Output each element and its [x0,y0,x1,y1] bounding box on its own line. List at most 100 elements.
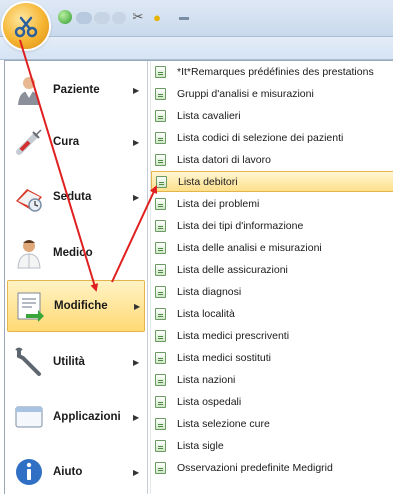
submenu-item[interactable]: Lista delle analisi e misurazioni [151,237,393,258]
document-icon [155,373,166,386]
submenu-item-label: Lista cavalieri [177,109,241,122]
document-icon [155,285,166,298]
submenu-arrow-icon: ▶ [133,357,140,367]
document-icon [155,351,166,364]
document-icon [155,131,166,144]
submenu-item-label: Osservazioni predefinite Medigrid [177,461,333,474]
document-icon [155,439,166,452]
menu-item-label: Paziente [53,84,100,96]
document-icon [155,395,166,408]
submenu-item-label: *It*Remarques prédéfinies des prestation… [177,65,374,78]
patient-icon [13,74,45,106]
submenu-item-label: Lista datori di lavoro [177,153,271,166]
submenu-item-label: Lista medici prescriventi [177,329,290,342]
document-icon [155,109,166,122]
submenu-item-label: Lista località [177,307,235,320]
wrench-icon [13,346,45,378]
submenu-item[interactable]: Lista cavalieri [151,105,393,126]
document-icon [155,329,166,342]
menu-item-applicazioni[interactable]: Applicazioni ▶ [7,391,145,443]
cloud-icon[interactable] [94,12,110,24]
window-icon [13,401,45,433]
cloud-icon[interactable] [76,12,92,24]
syringe-icon [13,126,45,158]
document-icon [155,241,166,254]
submenu-arrow-icon: ▶ [134,301,141,311]
menu-item-label: Aiuto [53,466,83,478]
submenu-item[interactable]: Gruppi d'analisi e misurazioni [151,83,393,104]
menu-item-label: Modifiche [54,300,108,312]
menu-item-label: Applicazioni [53,411,121,423]
menu-item-utilita[interactable]: Utilità ▶ [7,336,145,388]
document-icon [155,461,166,474]
submenu-item-label: Lista dei problemi [177,197,260,210]
document-icon [155,197,166,210]
submenu-item[interactable]: Lista datori di lavoro [151,149,393,170]
submenu-item[interactable]: Lista dei problemi [151,193,393,214]
menu-item-modifiche[interactable]: Modifiche ▶ [7,280,145,332]
submenu-item[interactable]: Lista delle assicurazioni [151,259,393,280]
submenu-item-label: Lista selezione cure [177,417,270,430]
submenu-item-label: Lista delle assicurazioni [177,263,288,276]
submenu-item[interactable]: Lista selezione cure [151,413,393,434]
submenu-arrow-icon: ▶ [133,192,140,202]
document-icon [155,219,166,232]
application-menu-button[interactable] [3,3,49,49]
menu-item-label: Medico [53,247,93,259]
cloud-icon[interactable] [112,12,126,24]
submenu-item-label: Lista sigle [177,439,224,452]
menu-item-label: Cura [53,136,80,148]
submenu-item[interactable]: Lista nazioni [151,369,393,390]
document-icon [155,87,166,100]
submenu-arrow-icon: ▶ [133,137,140,147]
submenu-item[interactable]: Lista dei tipi d'informazione [151,215,393,236]
globe-icon[interactable] [58,10,72,24]
submenu-item[interactable]: Osservazioni predefinite Medigrid [151,457,393,478]
submenu-item-label: Lista ospedali [177,395,242,408]
doctor-icon [13,237,45,269]
document-icon [155,153,166,166]
submenu-item-label: Lista codici di selezione dei pazienti [177,131,344,144]
menu-item-paziente[interactable]: Paziente ▶ [7,64,145,116]
submenu-item[interactable]: *It*Remarques prédéfinies des prestation… [151,61,393,82]
lightbulb-icon[interactable]: ● [150,8,164,26]
submenu-item[interactable]: Lista diagnosi [151,281,393,302]
edit-list-icon [14,290,46,322]
submenu-item[interactable]: Lista medici sostituti [151,347,393,368]
menu-item-label: Seduta [53,191,92,203]
submenu-item-label: Gruppi d'analisi e misurazioni [177,87,314,100]
application-menu: Paziente ▶ Cura ▶ Seduta ▶ Medico Modifi… [4,60,393,494]
submenu-item[interactable]: Lista località [151,303,393,324]
menu-item-seduta[interactable]: Seduta ▶ [7,171,145,223]
submenu-item-label: Lista medici sostituti [177,351,271,364]
submenu-item[interactable]: Lista codici di selezione dei pazienti [151,127,393,148]
tools-icon[interactable]: ✂ [130,8,146,26]
menu-item-cura[interactable]: Cura ▶ [7,116,145,168]
submenu-arrow-icon: ▶ [133,85,140,95]
submenu-item-label: Lista dei tipi d'informazione [177,219,304,232]
submenu-item[interactable]: Lista sigle [151,435,393,456]
ribbon-bar [0,37,393,60]
customize-toolbar-icon[interactable]: ▬ [178,8,190,26]
submenu-item-lista-debitori[interactable]: Lista debitori [151,171,393,192]
submenu-item-label: Lista diagnosi [177,285,242,298]
scissors-icon [14,16,38,38]
submenu-item-label: Lista nazioni [177,373,236,386]
submenu-item-label: Lista delle analisi e misurazioni [177,241,322,254]
submenu-item[interactable]: Lista medici prescriventi [151,325,393,346]
menu-item-label: Utilità [53,356,85,368]
document-icon [155,65,166,78]
submenu-arrow-icon: ▶ [133,412,140,422]
document-icon [155,263,166,276]
document-icon [155,307,166,320]
menu-item-medico[interactable]: Medico [7,227,145,279]
document-icon [155,417,166,430]
submenu-item[interactable]: Lista ospedali [151,391,393,412]
submenu-item-label: Lista debitori [178,175,238,188]
main-menu-column: Paziente ▶ Cura ▶ Seduta ▶ Medico Modifi… [5,61,148,494]
document-icon [156,175,167,188]
calendar-icon [13,181,45,213]
menu-item-aiuto[interactable]: Aiuto ▶ [7,446,145,498]
submenu-arrow-icon: ▶ [133,467,140,477]
info-icon [13,456,45,488]
